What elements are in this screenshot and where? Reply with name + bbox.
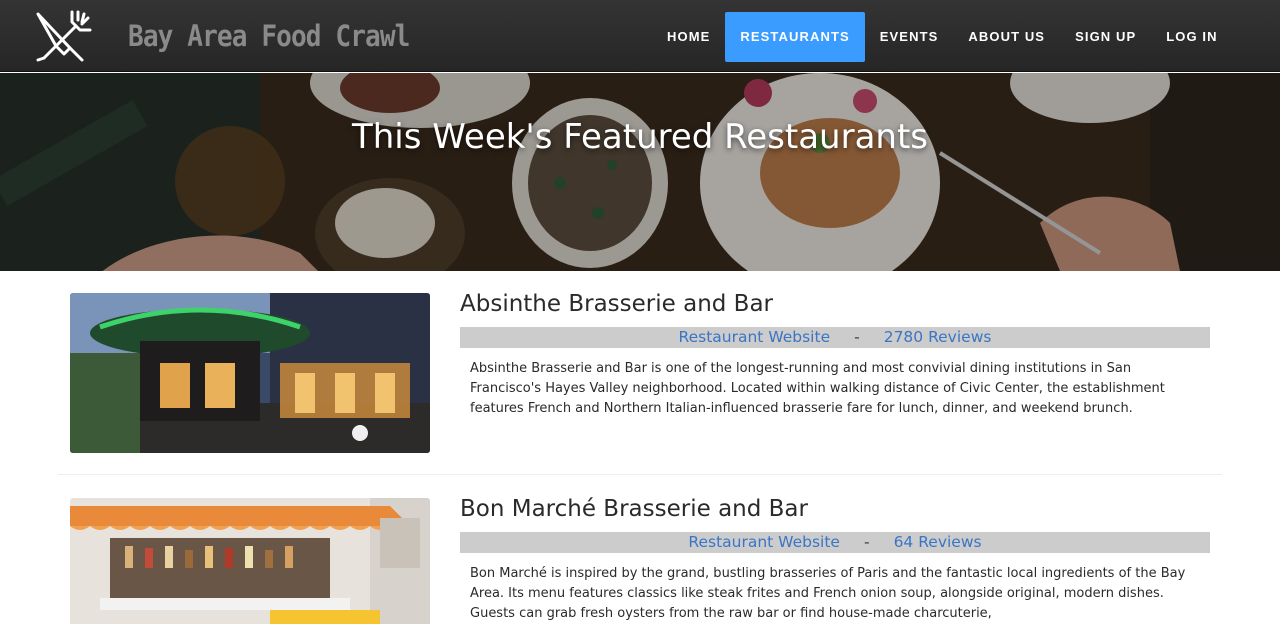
restaurant-links-bar: Restaurant Website - 2780 Reviews	[460, 327, 1210, 348]
fork-knife-crossed-icon[interactable]	[30, 8, 94, 64]
hero-food-photo	[0, 73, 1280, 271]
nav-events[interactable]: EVENTS	[865, 12, 954, 62]
divider	[58, 474, 1222, 475]
restaurant-photo[interactable]	[70, 293, 430, 453]
restaurant-name: Bon Marché Brasserie and Bar	[460, 496, 808, 522]
nav-about-us[interactable]: ABOUT US	[953, 12, 1060, 62]
restaurant-website-link[interactable]: Restaurant Website	[679, 328, 831, 346]
nav-sign-up[interactable]: SIGN UP	[1060, 12, 1151, 62]
hero-banner: This Week's Featured Restaurants	[0, 73, 1280, 271]
restaurant-reviews-link[interactable]: 64 Reviews	[894, 533, 982, 551]
nav-log-in[interactable]: LOG IN	[1151, 12, 1232, 62]
restaurant-links-bar: Restaurant Website - 64 Reviews	[460, 532, 1210, 553]
restaurant-description: Bon Marché is inspired by the grand, bus…	[470, 566, 1186, 621]
link-separator: -	[863, 533, 870, 551]
navbar: Bay Area Food Crawl HOME RESTAURANTS EVE…	[0, 0, 1280, 72]
restaurant-card: Bon Marché Brasserie and Bar Restaurant …	[60, 496, 1220, 624]
nav-restaurants[interactable]: RESTAURANTS	[725, 12, 865, 62]
restaurant-name: Absinthe Brasserie and Bar	[460, 291, 774, 317]
link-separator: -	[854, 328, 860, 346]
restaurant-description: Absinthe Brasserie and Bar is one of the…	[470, 361, 1165, 416]
brand-title[interactable]: Bay Area Food Crawl	[128, 14, 410, 58]
main-nav: HOME RESTAURANTS EVENTS ABOUT US SIGN UP…	[652, 12, 1233, 62]
restaurant-photo[interactable]	[70, 498, 430, 624]
restaurant-website-link[interactable]: Restaurant Website	[688, 533, 840, 551]
hero-title: This Week's Featured Restaurants	[351, 117, 929, 157]
restaurant-reviews-link[interactable]: 2780 Reviews	[884, 328, 992, 346]
restaurant-card: Absinthe Brasserie and Bar Restaurant We…	[60, 291, 1220, 463]
nav-home[interactable]: HOME	[652, 12, 725, 62]
